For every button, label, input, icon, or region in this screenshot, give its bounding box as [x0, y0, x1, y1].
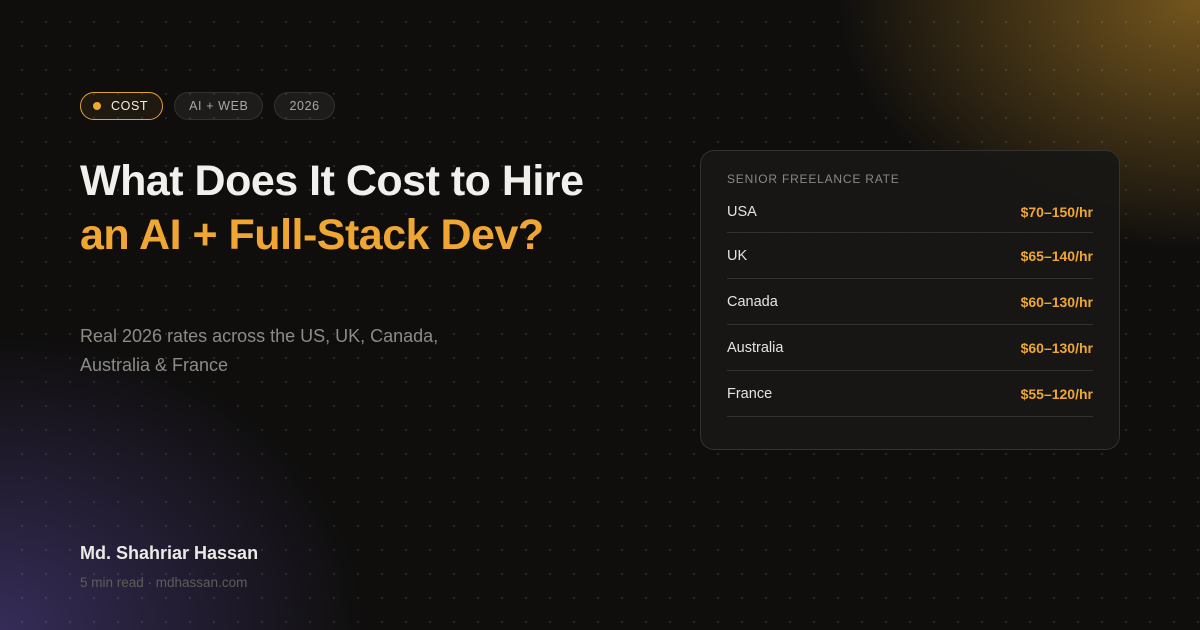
rate-row: Australia $60–130/hr [727, 325, 1093, 371]
rate-row: USA $70–150/hr [727, 192, 1093, 233]
rates-list: USA $70–150/hr UK $65–140/hr Canada $60–… [727, 192, 1093, 417]
country-label: Australia [727, 339, 784, 356]
rate-row: UK $65–140/hr [727, 233, 1093, 279]
rates-card: SENIOR FREELANCE RATE USA $70–150/hr UK … [700, 150, 1120, 450]
rate-row: France $55–120/hr [727, 371, 1093, 417]
accent-dot-icon [93, 102, 101, 110]
rate-value: $70–150/hr [1020, 204, 1093, 220]
country-label: Canada [727, 293, 778, 310]
rate-value: $55–120/hr [1020, 385, 1093, 402]
subtitle: Real 2026 rates across the US, UK, Canad… [80, 326, 439, 375]
rates-card-title: SENIOR FREELANCE RATE [727, 172, 900, 186]
country-label: France [727, 385, 773, 402]
country-label: UK [727, 247, 748, 264]
tag-list: COST AI + WEB 2026 [80, 92, 335, 120]
tag-label: AI + WEB [189, 99, 249, 113]
country-label: USA [727, 204, 757, 220]
article-meta: 5 min read · mdhassan.com [80, 575, 248, 590]
tag-ai-web: AI + WEB [174, 92, 264, 120]
tag-cost: COST [80, 92, 164, 120]
rate-value: $65–140/hr [1020, 247, 1093, 264]
og-card: COST AI + WEB 2026 What Does It Cost to … [0, 0, 1200, 630]
author-name: Md. Shahriar Hassan [80, 543, 259, 563]
page-title: What Does It Cost to Hire an AI + Full-S… [80, 154, 584, 262]
title-line-2: an AI + Full-Stack Dev? [80, 211, 544, 259]
title-line-1: What Does It Cost to Hire [80, 157, 584, 205]
tag-label: 2026 [289, 99, 320, 113]
tag-year: 2026 [274, 92, 335, 120]
tag-label: COST [111, 99, 149, 113]
rate-value: $60–130/hr [1020, 339, 1093, 356]
rate-row: Canada $60–130/hr [727, 279, 1093, 325]
rate-value: $60–130/hr [1020, 293, 1093, 310]
